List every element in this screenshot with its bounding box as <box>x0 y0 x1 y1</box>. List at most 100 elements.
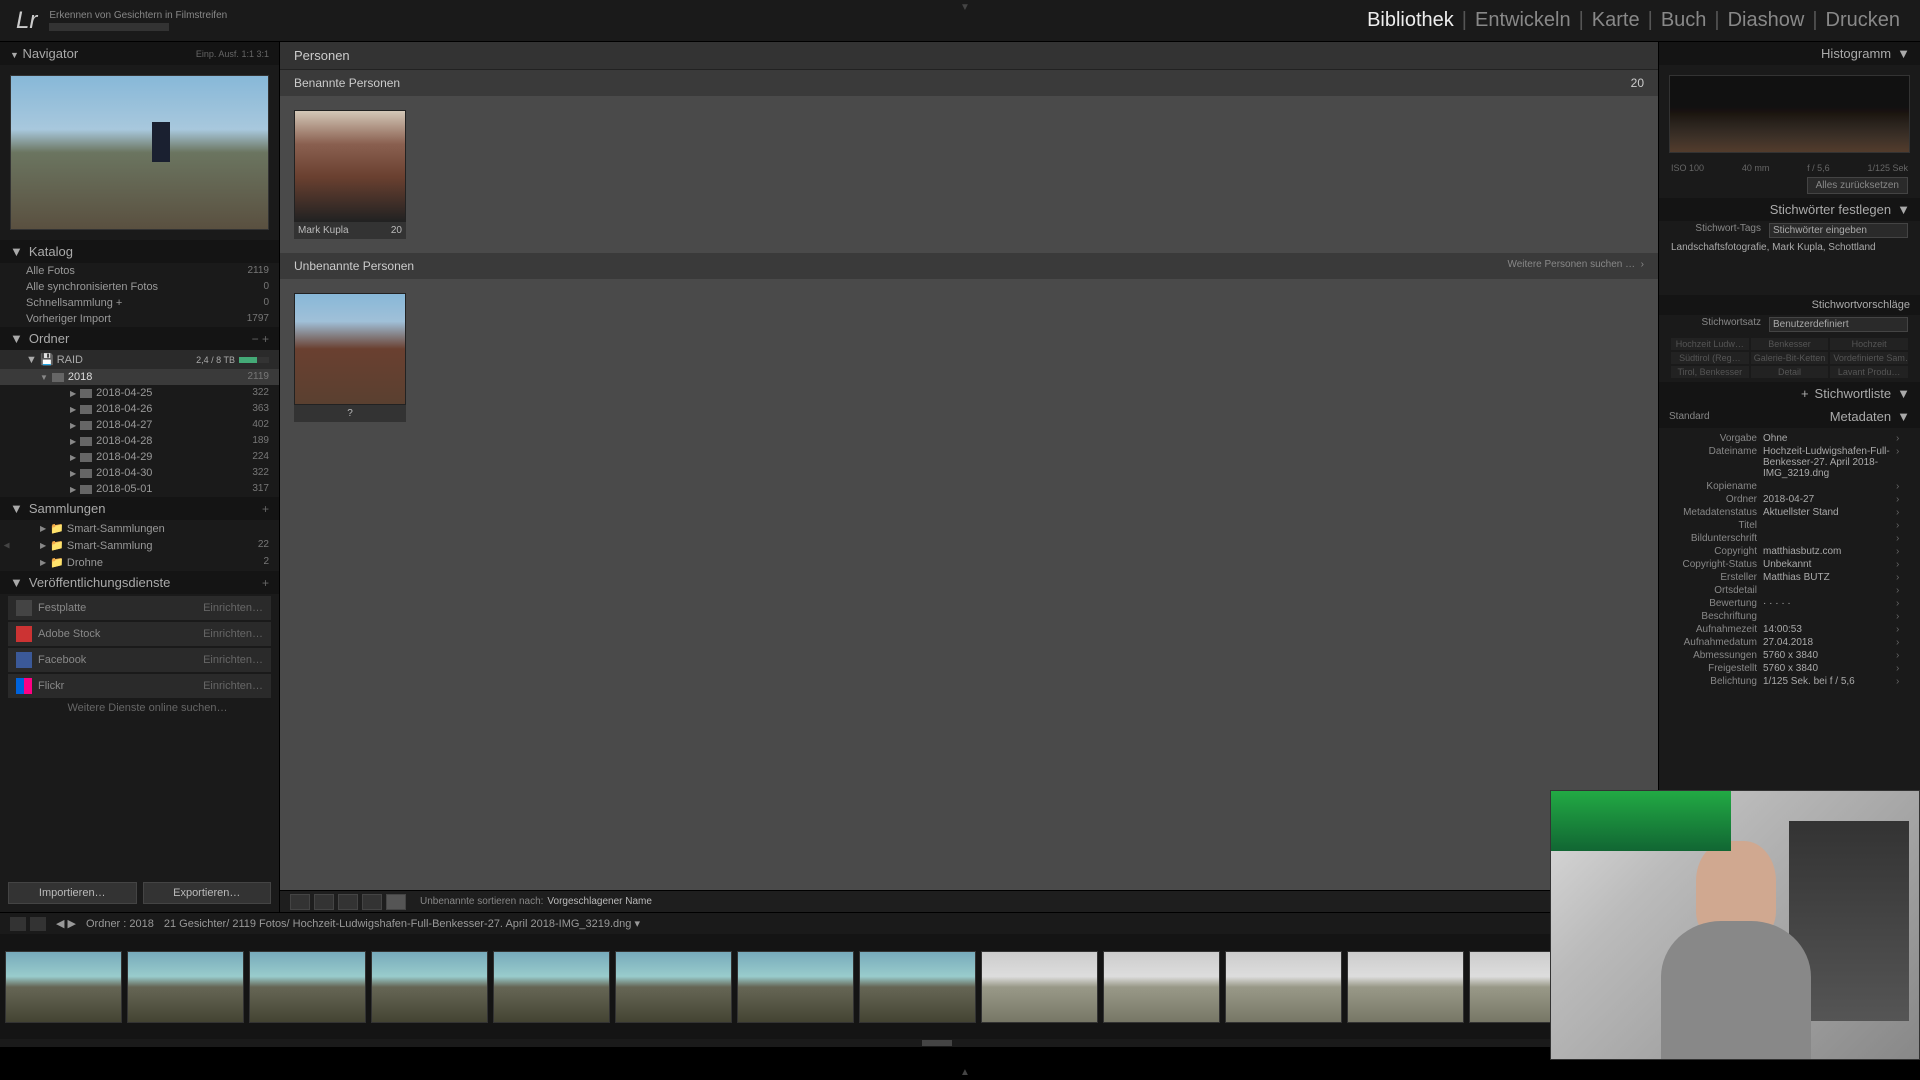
folder-item[interactable]: ▶2018-04-30322 <box>0 465 279 481</box>
folder-item[interactable]: ▶2018-04-29224 <box>0 449 279 465</box>
keyword-set-select[interactable] <box>1769 317 1908 332</box>
keyword-suggestion[interactable]: Hochzeit Ludw… <box>1671 338 1749 350</box>
folders-header[interactable]: ▼Ordner − + <box>0 327 279 350</box>
named-person-tile[interactable]: Mark Kupla 20 <box>294 110 406 239</box>
filmstrip-thumbnail[interactable] <box>127 951 244 1023</box>
metadata-row[interactable]: Belichtung1/125 Sek. bei f / 5,6› <box>1659 675 1920 688</box>
catalog-item[interactable]: Schnellsammlung +0 <box>0 295 279 311</box>
collection-item[interactable]: ▶ 📁 Drohne2 <box>0 554 279 571</box>
keyword-suggestion[interactable]: Tirol, Benkesser <box>1671 366 1749 378</box>
filmstrip-thumbnail[interactable] <box>371 951 488 1023</box>
module-slideshow[interactable]: Diashow <box>1724 9 1809 32</box>
metadata-row[interactable]: Copyright-StatusUnbekannt› <box>1659 558 1920 571</box>
keyword-suggestion[interactable]: Detail <box>1751 366 1829 378</box>
publish-more[interactable]: Weitere Dienste online suchen… <box>0 700 279 716</box>
metadata-row[interactable]: DateinameHochzeit-Ludwigshafen-Full-Benk… <box>1659 445 1920 480</box>
metadata-row[interactable]: Beschriftung› <box>1659 610 1920 623</box>
edge-collapse-top[interactable]: ▼ <box>960 2 970 13</box>
unnamed-placeholder[interactable]: ? <box>347 408 353 419</box>
grid-view-icon[interactable] <box>290 894 310 910</box>
publish-header[interactable]: ▼Veröffentlichungsdienste + <box>0 571 279 594</box>
metadata-row[interactable]: Bewertung· · · · ·› <box>1659 597 1920 610</box>
loupe-view-icon[interactable] <box>314 894 334 910</box>
people-tab[interactable]: Personen <box>280 42 1658 70</box>
navigator-header[interactable]: ▼ Navigator Einp. Ausf. 1:1 3:1 <box>0 42 279 65</box>
metadata-row[interactable]: MetadatenstatusAktuellster Stand› <box>1659 506 1920 519</box>
export-button[interactable]: Exportieren… <box>143 882 272 904</box>
collection-item[interactable]: ▶ 📁 Smart-Sammlung22 <box>0 537 279 554</box>
module-develop[interactable]: Entwickeln <box>1471 9 1575 32</box>
metadata-row[interactable]: Aufnahmedatum27.04.2018› <box>1659 636 1920 649</box>
people-view-icon[interactable] <box>386 894 406 910</box>
filmstrip-thumbnail[interactable] <box>859 951 976 1023</box>
keyword-suggestion[interactable]: Südtirol (Reg… <box>1671 352 1749 364</box>
folder-item[interactable]: ▼20182119 <box>0 369 279 385</box>
folder-item[interactable]: ▶2018-04-28189 <box>0 433 279 449</box>
filmstrip-thumbnail[interactable] <box>615 951 732 1023</box>
sort-value[interactable]: Vorgeschlagener Name <box>547 896 652 907</box>
filmstrip-thumbnail[interactable] <box>1347 951 1464 1023</box>
grid-toggle-icon[interactable] <box>30 917 46 931</box>
module-print[interactable]: Drucken <box>1822 9 1904 32</box>
collections-header[interactable]: ▼Sammlungen + <box>0 497 279 520</box>
edge-collapse-left[interactable]: ▲ <box>1 541 12 551</box>
metadata-row[interactable]: Copyrightmatthiasbutz.com› <box>1659 545 1920 558</box>
collection-item[interactable]: ▶ 📁 Smart-Sammlungen <box>0 520 279 537</box>
metadata-row[interactable]: Ordner2018-04-27› <box>1659 493 1920 506</box>
filmstrip-thumbnail[interactable] <box>493 951 610 1023</box>
keywording-header[interactable]: Stichwörter festlegen▼ <box>1659 198 1920 221</box>
publish-service-row[interactable]: FlickrEinrichten… <box>8 674 271 698</box>
keyword-suggestion[interactable]: Hochzeit <box>1830 338 1908 350</box>
keyword-suggestion[interactable]: Lavant Produ… <box>1830 366 1908 378</box>
histogram-display[interactable] <box>1669 75 1910 153</box>
metadata-row[interactable]: Ortsdetail› <box>1659 584 1920 597</box>
folder-item[interactable]: ▶2018-04-27402 <box>0 417 279 433</box>
catalog-header[interactable]: ▼Katalog <box>0 240 279 263</box>
metadata-row[interactable]: Kopiename› <box>1659 480 1920 493</box>
keyword-tags-field[interactable]: Landschaftsfotografie, Mark Kupla, Schot… <box>1659 240 1920 255</box>
histogram-header[interactable]: Histogramm▼ <box>1659 42 1920 65</box>
metadata-header[interactable]: Standard Metadaten▼ <box>1659 405 1920 428</box>
filmstrip-thumbnail[interactable] <box>737 951 854 1023</box>
navigator-preview[interactable] <box>0 65 279 240</box>
keyword-mode-select[interactable] <box>1769 223 1908 238</box>
publish-service-row[interactable]: Adobe StockEinrichten… <box>8 622 271 646</box>
metadata-row[interactable]: Bildunterschrift› <box>1659 532 1920 545</box>
filmstrip-thumbnail[interactable] <box>5 951 122 1023</box>
compare-view-icon[interactable] <box>338 894 358 910</box>
keywordlist-header[interactable]: +Stichwortliste▼ <box>1659 382 1920 405</box>
module-book[interactable]: Buch <box>1657 9 1711 32</box>
folder-item[interactable]: ▶2018-05-01317 <box>0 481 279 497</box>
metadata-row[interactable]: ErstellerMatthias BUTZ› <box>1659 571 1920 584</box>
module-map[interactable]: Karte <box>1588 9 1644 32</box>
metadata-row[interactable]: Titel› <box>1659 519 1920 532</box>
import-button[interactable]: Importieren… <box>8 882 137 904</box>
keyword-suggestion[interactable]: Benkesser <box>1751 338 1829 350</box>
status-info[interactable]: 21 Gesichter/ 2119 Fotos/ Hochzeit-Ludwi… <box>164 917 640 930</box>
filmstrip-thumbnail[interactable] <box>249 951 366 1023</box>
metadata-row[interactable]: Freigestellt5760 x 3840› <box>1659 662 1920 675</box>
keyword-suggestion[interactable]: Galerie-Bit-Ketten <box>1751 352 1829 364</box>
metadata-row[interactable]: Aufnahmezeit14:00:53› <box>1659 623 1920 636</box>
edge-collapse-bottom[interactable]: ▲ <box>960 1067 970 1078</box>
metadata-row[interactable]: VorgabeOhne› <box>1659 432 1920 445</box>
module-library[interactable]: Bibliothek <box>1363 9 1458 32</box>
folder-item[interactable]: ▶2018-04-25322 <box>0 385 279 401</box>
publish-service-row[interactable]: FacebookEinrichten… <box>8 648 271 672</box>
unnamed-person-tile[interactable]: ? <box>294 293 406 422</box>
metadata-row[interactable]: Abmessungen5760 x 3840› <box>1659 649 1920 662</box>
keyword-suggestion[interactable]: Vordefinierte Sam… <box>1830 352 1908 364</box>
keyword-suggestions-header[interactable]: Stichwortvorschläge <box>1659 295 1920 315</box>
status-path[interactable]: Ordner : 2018 <box>86 918 154 930</box>
filmstrip-thumbnail[interactable] <box>1225 951 1342 1023</box>
volume-row[interactable]: ▼ 💾 RAID 2,4 / 8 TB <box>0 350 279 369</box>
catalog-item[interactable]: Alle synchronisierten Fotos0 <box>0 279 279 295</box>
catalog-item[interactable]: Alle Fotos2119 <box>0 263 279 279</box>
reset-all-button[interactable]: Alles zurücksetzen <box>1807 177 1908 194</box>
folder-item[interactable]: ▶2018-04-26363 <box>0 401 279 417</box>
filmstrip-thumbnail[interactable] <box>981 951 1098 1023</box>
publish-service-row[interactable]: FestplatteEinrichten… <box>8 596 271 620</box>
survey-view-icon[interactable] <box>362 894 382 910</box>
filmstrip-thumbnail[interactable] <box>1103 951 1220 1023</box>
second-monitor-icon[interactable] <box>10 917 26 931</box>
